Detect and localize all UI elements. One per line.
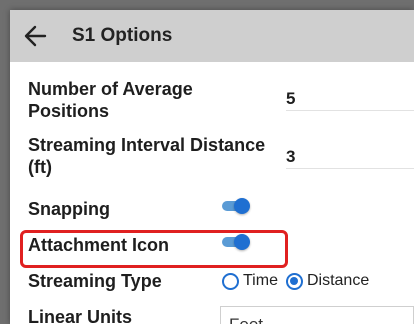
streaming-interval-label: Streaming Interval Distance (ft) [28,135,266,177]
linear-units-select[interactable]: Feet [220,306,414,324]
linear-units-label: Linear Units [28,307,133,324]
back-button[interactable] [20,21,50,51]
snapping-label: Snapping [28,199,110,219]
attachment-icon-label: Attachment Icon [28,235,170,255]
radio-checked-icon [285,272,303,290]
radio-unchecked-icon [222,272,239,290]
radio-time[interactable]: Time [222,272,278,290]
radio-distance[interactable]: Distance [285,272,370,290]
streaming-interval-input[interactable]: 3 [286,146,414,169]
streaming-type-radio-group: Time Distance [222,272,369,290]
arrow-left-icon [24,25,47,47]
title-bar: S1 Options [10,10,414,62]
radio-distance-label: Distance [306,272,370,289]
snapping-toggle[interactable] [222,198,250,214]
options-panel: S1 Options Number of Average Positions 5… [10,10,414,324]
radio-time-label: Time [243,272,278,289]
average-positions-input[interactable]: 5 [286,88,414,111]
toggle-knob [234,198,250,214]
attachment-icon-toggle[interactable] [222,234,250,250]
toggle-knob [234,234,250,250]
streaming-type-label: Streaming Type [28,271,162,291]
linear-units-value: Feet [229,315,263,324]
average-positions-label: Number of Average Positions [28,79,193,121]
page-title: S1 Options [72,25,173,46]
